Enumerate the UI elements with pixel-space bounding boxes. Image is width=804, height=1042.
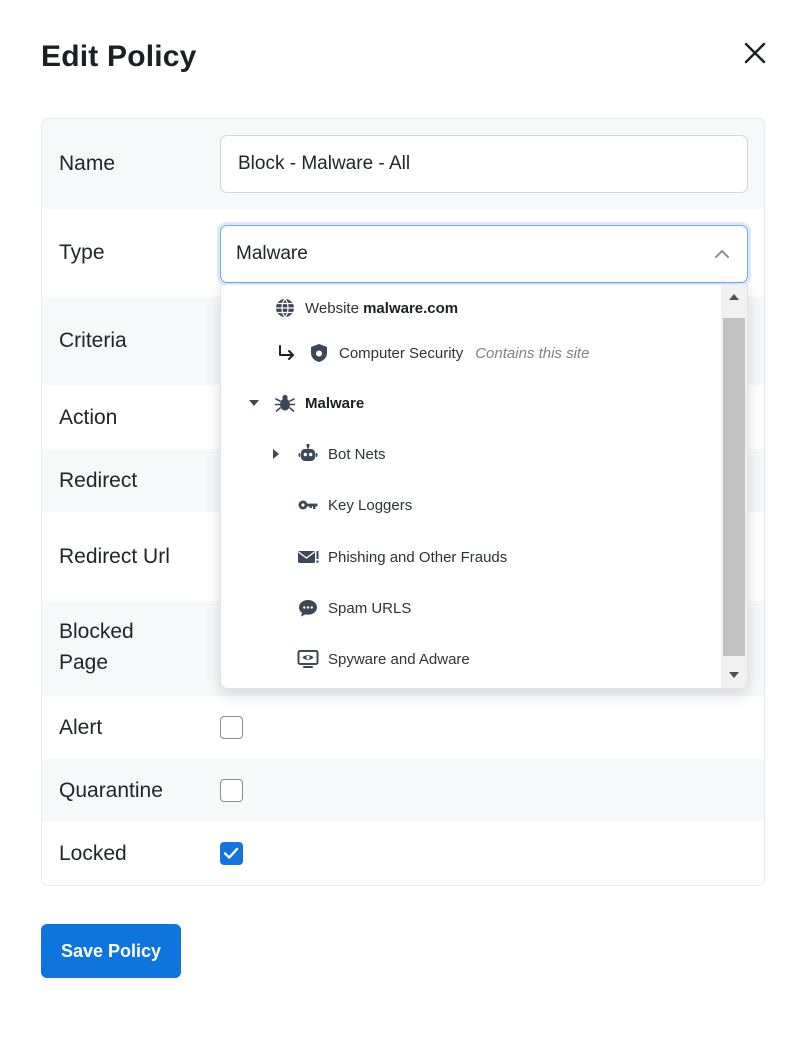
- scroll-down-icon[interactable]: [728, 669, 740, 681]
- save-policy-button[interactable]: Save Policy: [41, 924, 181, 978]
- dropdown-group-malware[interactable]: Malware: [274, 392, 364, 414]
- caret-down-icon: [249, 400, 259, 406]
- item-label: Phishing and Other Frauds: [328, 548, 508, 566]
- robot-icon: [297, 443, 319, 465]
- locked-label: Locked: [59, 842, 127, 865]
- dropdown-item-phishing[interactable]: Phishing and Other Frauds: [297, 546, 507, 568]
- locked-row: Locked: [42, 822, 764, 885]
- related-note: Contains this site: [475, 344, 590, 362]
- blocked-page-label: Blocked Page: [59, 620, 134, 674]
- chevron-up-icon: [715, 250, 729, 258]
- dropdown-website-option[interactable]: Website malware.com: [274, 297, 458, 319]
- dropdown-item-key-loggers[interactable]: Key Loggers: [297, 494, 412, 516]
- dropdown-scrollbar[interactable]: [721, 285, 747, 688]
- type-dropdown-menu: Website malware.com Computer Security Co…: [220, 284, 748, 689]
- globe-icon: [274, 297, 296, 319]
- close-icon: [744, 42, 766, 64]
- name-row: Name Block - Malware - All: [42, 119, 764, 209]
- item-label: Key Loggers: [328, 496, 413, 514]
- return-arrow-icon: [276, 342, 298, 364]
- scroll-up-icon[interactable]: [728, 291, 740, 303]
- scroll-thumb[interactable]: [723, 318, 745, 656]
- item-label: Bot Nets: [328, 445, 386, 463]
- dropdown-item-bot-nets[interactable]: Bot Nets: [297, 443, 386, 465]
- envelope-alert-icon: [297, 546, 319, 568]
- shield-bug-icon: [308, 342, 330, 364]
- locked-checkbox[interactable]: [220, 842, 243, 865]
- alert-label: Alert: [59, 716, 103, 739]
- item-label: Spyware and Adware: [328, 650, 470, 668]
- edit-policy-modal: Edit Policy Name Block - Malware - All T…: [0, 0, 804, 1042]
- quarantine-row: Quarantine: [42, 759, 764, 822]
- quarantine-label: Quarantine: [59, 779, 163, 802]
- type-select[interactable]: Malware: [220, 225, 748, 283]
- caret-right-icon: [273, 449, 279, 459]
- website-domain: malware.com: [363, 299, 459, 317]
- redirect-url-label: Redirect Url: [59, 545, 170, 568]
- name-label: Name: [59, 152, 116, 175]
- key-icon: [297, 494, 319, 516]
- group-collapse-toggle[interactable]: [247, 396, 261, 410]
- chat-icon: [297, 597, 319, 619]
- website-prefix: Website: [305, 299, 359, 317]
- item-label: Spam URLS: [328, 599, 412, 617]
- checkmark-icon: [223, 847, 239, 859]
- dropdown-related-option[interactable]: Computer Security Contains this site: [276, 342, 589, 364]
- bot-nets-expand-toggle[interactable]: [269, 447, 283, 461]
- alert-row: Alert: [42, 696, 764, 759]
- bug-icon: [274, 392, 296, 414]
- dropdown-item-spam-urls[interactable]: Spam URLS: [297, 597, 411, 619]
- quarantine-checkbox[interactable]: [220, 779, 243, 802]
- close-button[interactable]: [740, 38, 770, 68]
- dropdown-item-spyware[interactable]: Spyware and Adware: [297, 648, 470, 670]
- alert-checkbox[interactable]: [220, 716, 243, 739]
- group-label: Malware: [305, 394, 365, 412]
- action-label: Action: [59, 406, 118, 429]
- criteria-label: Criteria: [59, 329, 127, 352]
- type-label: Type: [59, 241, 105, 264]
- modal-title: Edit Policy: [41, 40, 197, 73]
- related-label: Computer Security: [339, 344, 464, 362]
- type-select-value: Malware: [236, 243, 308, 264]
- name-input[interactable]: Block - Malware - All: [220, 135, 748, 193]
- redirect-label: Redirect: [59, 469, 138, 492]
- monitor-eye-icon: [297, 648, 319, 670]
